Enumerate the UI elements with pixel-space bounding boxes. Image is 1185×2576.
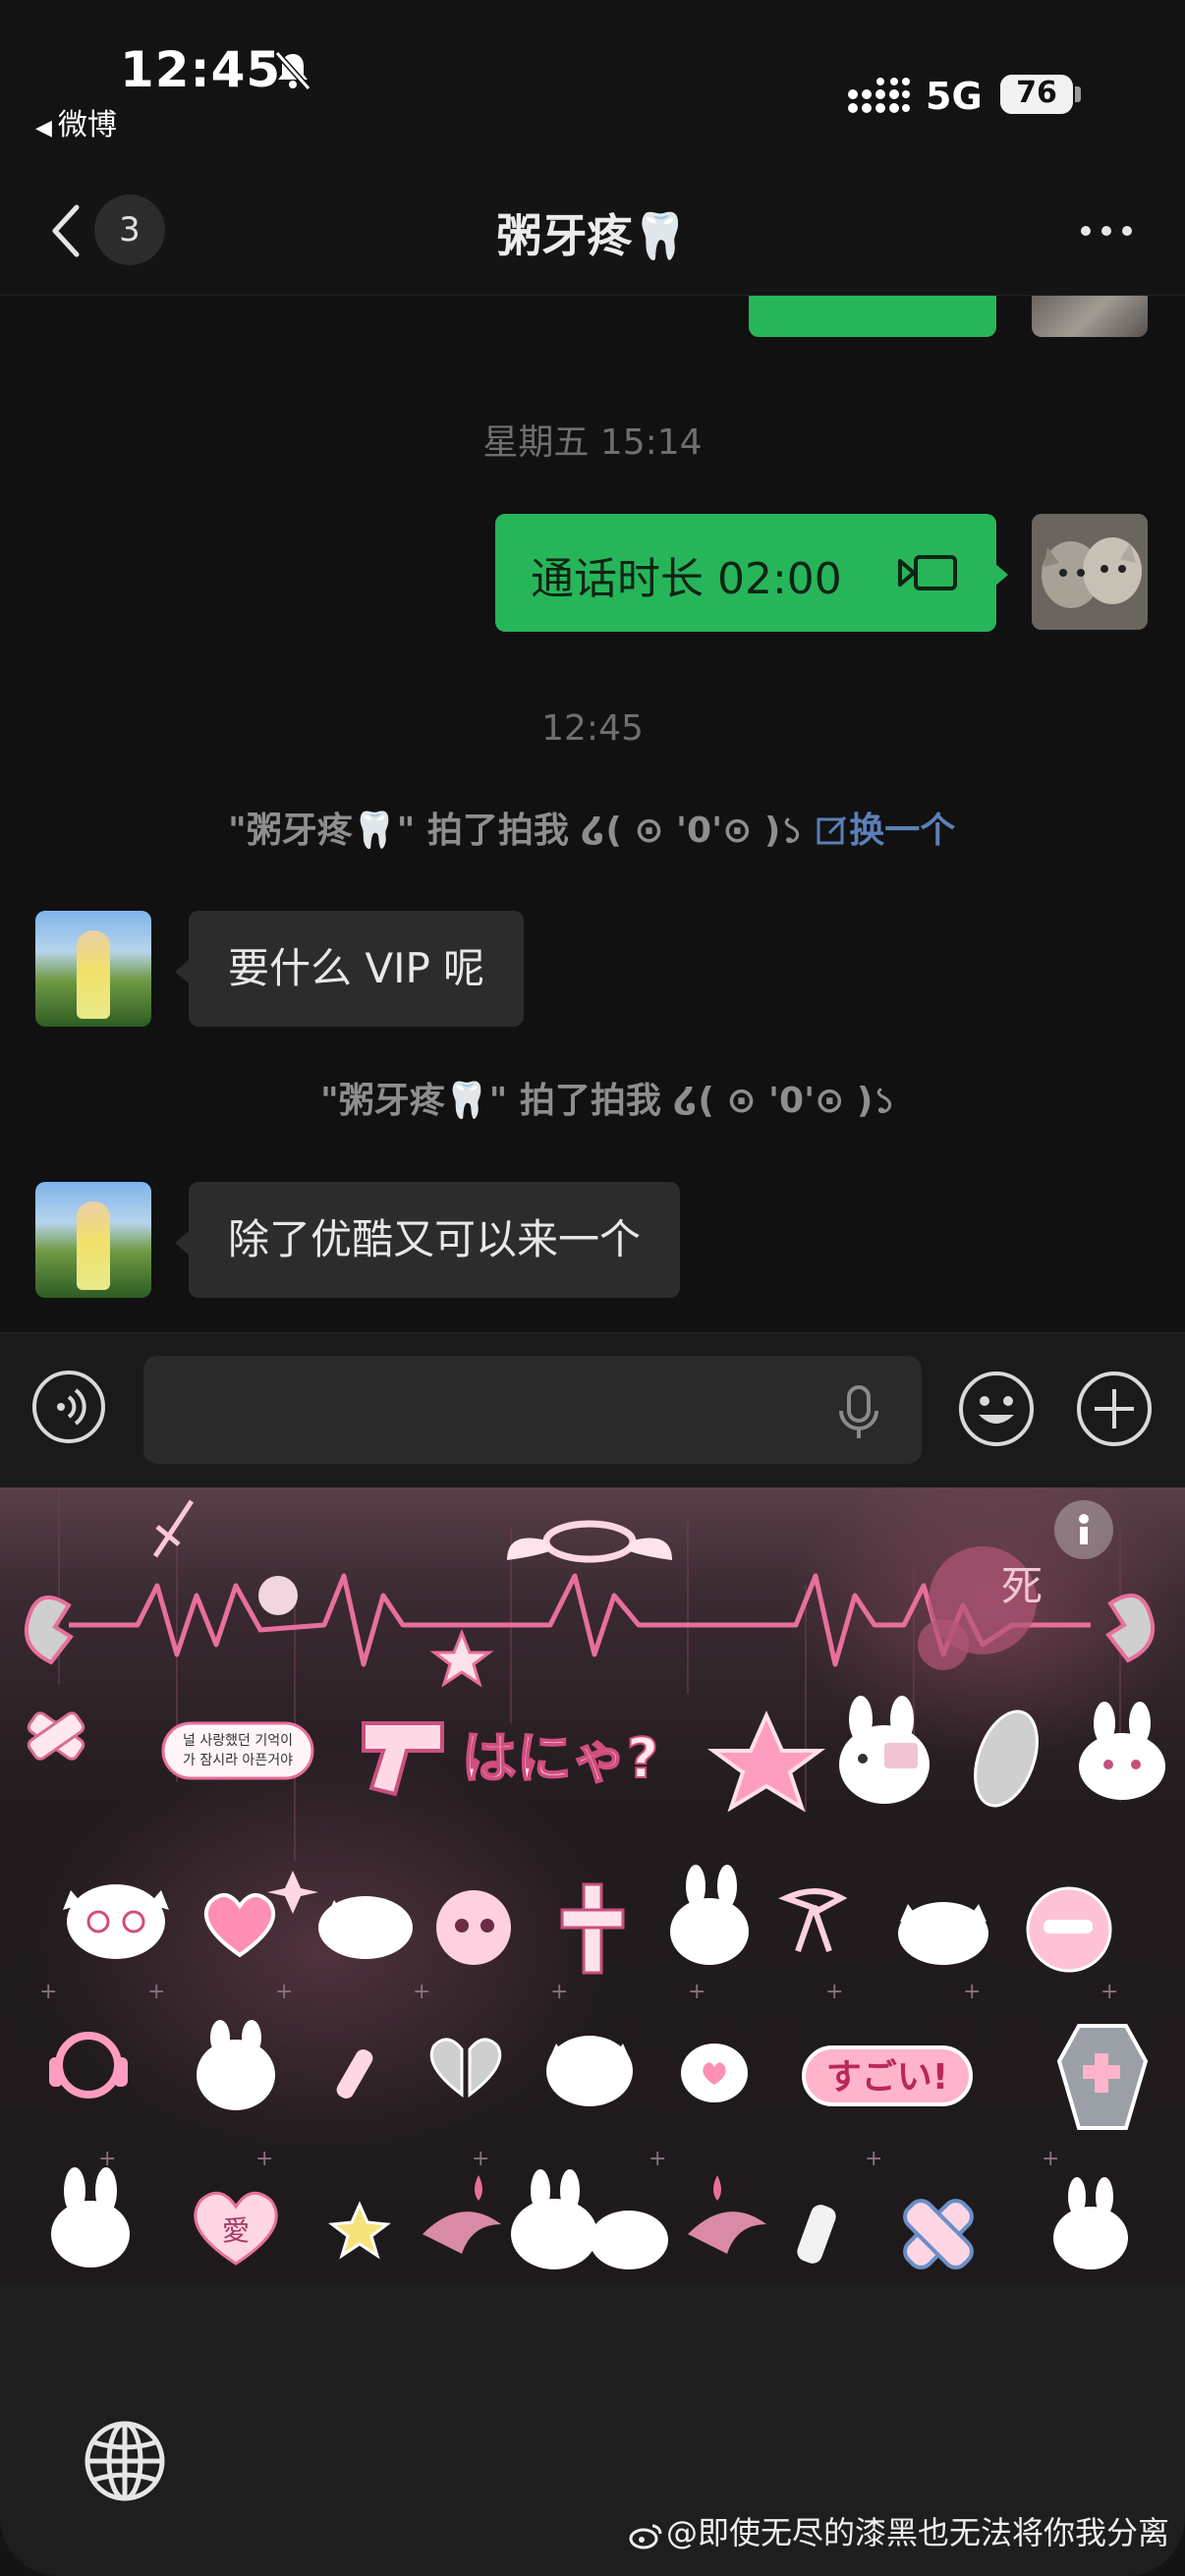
sticker-ribbon[interactable]: [776, 1880, 855, 1979]
sticker-korean-note[interactable]: [157, 1713, 324, 1792]
watermark-text: @即使无尽的漆黑也无法将你我分离: [666, 2514, 1170, 2551]
globe-icon[interactable]: [83, 2419, 167, 2503]
pat-notice-2: "粥牙疼🦷" 拍了拍我 ໒( ⊙ '0'⊙ )১: [320, 1072, 896, 1133]
pat-swap-link[interactable]: 换一个: [816, 811, 955, 851]
message-input[interactable]: [143, 1356, 922, 1464]
my-avatar[interactable]: [1032, 514, 1148, 630]
friend-avatar[interactable]: [35, 1182, 151, 1298]
sticker-bunny-knife[interactable]: [658, 1861, 766, 1979]
battery-percent: 76: [1016, 76, 1057, 110]
svg-text:+: +: [98, 2147, 116, 2171]
sticker-star[interactable]: [707, 1708, 825, 1817]
sticker-speech-heart[interactable]: [668, 2038, 757, 2116]
sticker-gun[interactable]: [354, 1708, 462, 1807]
sticker-heart-ai[interactable]: [187, 2195, 285, 2273]
svg-text:+: +: [39, 1980, 57, 2004]
bell-slash-icon: [274, 51, 311, 90]
sticker-bunny-blue[interactable]: [1022, 1880, 1120, 1979]
chat-title: 粥牙疼🦷: [496, 209, 689, 262]
status-time: 12:45: [120, 41, 282, 98]
svg-text:+: +: [963, 1980, 981, 2004]
svg-text:死: 死: [1001, 1562, 1043, 1610]
sticker-cat-sleepy[interactable]: [884, 1890, 1002, 1979]
svg-text:+: +: [1042, 2147, 1059, 2171]
battery-icon: 76: [1000, 75, 1073, 114]
pat-swap-label: 换一个: [849, 811, 956, 851]
bubble-tail: [175, 1231, 189, 1255]
signal-dots-icon: [848, 78, 910, 113]
info-icon: [1054, 1500, 1113, 1559]
pat-notice-2-text: "粥牙疼🦷" 拍了拍我 ໒( ⊙ '0'⊙ )১: [320, 1081, 896, 1121]
battery-tip: [1075, 86, 1081, 102]
sticker-cross[interactable]: [550, 1876, 639, 1984]
call-record-bubble[interactable]: 通话时长 02:00: [495, 514, 996, 632]
timestamp-friday: 星期五 15:14: [482, 422, 703, 463]
sticker-coffin[interactable]: [1042, 2008, 1159, 2136]
svg-text:+: +: [688, 1980, 705, 2004]
sticker-bat-wing-2[interactable]: [678, 2175, 786, 2273]
sticker-headphones[interactable]: [39, 2023, 147, 2121]
network-type: 5G: [926, 75, 983, 118]
plus-icon[interactable]: [1075, 1370, 1154, 1448]
previous-sent-bubble[interactable]: [749, 296, 996, 337]
weibo-logo-icon: [629, 2524, 662, 2549]
timestamp-1245: 12:45: [541, 708, 644, 749]
bubble-tail: [175, 960, 189, 983]
sticker-bandaged-limb[interactable]: [963, 1704, 1051, 1812]
svg-text:+: +: [413, 1980, 430, 2004]
sticker-cat-dizzy[interactable]: [59, 1876, 177, 1974]
mic-icon[interactable]: [837, 1383, 880, 1442]
sticker-bunny-cake[interactable]: [187, 2018, 285, 2126]
back-app-label: 微博: [57, 108, 117, 142]
voice-icon[interactable]: [31, 1370, 106, 1444]
message-text: 除了优酷又可以来一个: [228, 1215, 642, 1263]
sticker-hanya[interactable]: [481, 1718, 678, 1797]
sticker-bat-wing[interactable]: [413, 2175, 511, 2273]
back-to-app-link[interactable]: ◀ 微博: [35, 100, 117, 143]
sticker-bunny-patch[interactable]: [1042, 2175, 1140, 2273]
sticker-cat-x[interactable]: [540, 2028, 639, 2126]
my-avatar-partial[interactable]: [1032, 296, 1148, 337]
weibo-watermark: @即使无尽的漆黑也无法将你我分离: [629, 2508, 1169, 2553]
sticker-bandage[interactable]: [10, 1694, 108, 1792]
svg-text:+: +: [147, 1980, 165, 2004]
svg-text:+: +: [825, 1980, 843, 2004]
svg-text:+: +: [275, 1980, 293, 2004]
sticker-cat-lying[interactable]: [305, 1880, 423, 1979]
sticker-bunny[interactable]: [1071, 1699, 1179, 1807]
edit-icon: [817, 815, 847, 845]
more-dots-icon[interactable]: [1079, 224, 1134, 238]
sticker-bunny-sit[interactable]: [39, 2175, 147, 2273]
svg-text:+: +: [255, 2147, 273, 2171]
kitten-photo: [1032, 514, 1148, 630]
pat-notice-1-text: "粥牙疼🦷" 拍了拍我 ໒( ⊙ '0'⊙ )১: [228, 811, 804, 851]
sticker-pill[interactable]: [786, 2195, 855, 2273]
video-call-icon: [898, 555, 957, 590]
friend-avatar[interactable]: [35, 911, 151, 1027]
svg-text:+: +: [472, 2147, 489, 2171]
svg-text:+: +: [865, 2147, 882, 2171]
sticker-star-chain[interactable]: [324, 2195, 403, 2273]
sticker-skull[interactable]: [432, 1880, 521, 1979]
sticker-bunny-eyepatch[interactable]: [835, 1694, 943, 1812]
sticker-heart[interactable]: [197, 1885, 285, 1974]
svg-text:+: +: [1100, 1980, 1118, 2004]
sticker-broken-heart[interactable]: [423, 2038, 511, 2116]
message-bubble-youku[interactable]: 除了优酷又可以来一个: [189, 1182, 681, 1298]
message-bubble-vip[interactable]: 要什么 VIP 呢: [189, 911, 525, 1027]
bubble-tail: [994, 563, 1008, 587]
sticker-bone[interactable]: [314, 2038, 393, 2116]
sticker-sugoi[interactable]: [801, 2043, 978, 2111]
call-duration-label: 通话时长 02:00: [531, 554, 842, 604]
chat-message-list[interactable]: 星期五 15:14 通话时长 02:00 12:45 "粥牙疼🦷" 拍了拍我 ໒…: [0, 296, 1185, 1332]
pat-notice-1: "粥牙疼🦷" 拍了拍我 ໒( ⊙ '0'⊙ )১ 换一个: [228, 802, 955, 863]
svg-text:+: +: [649, 2147, 666, 2171]
message-text: 要什么 VIP 呢: [228, 944, 485, 992]
emoji-icon[interactable]: [957, 1370, 1036, 1448]
back-triangle-icon: ◀: [35, 116, 52, 140]
sticker-bunny-cat[interactable]: [501, 2185, 678, 2273]
sticker-keyboard[interactable]: 널 사랑했던 기억이 가 잠시라 아픈거야 はにゃ? すごい! 死 愛 + + …: [0, 1487, 1185, 2283]
sticker-bandage-blue[interactable]: [894, 2195, 992, 2283]
